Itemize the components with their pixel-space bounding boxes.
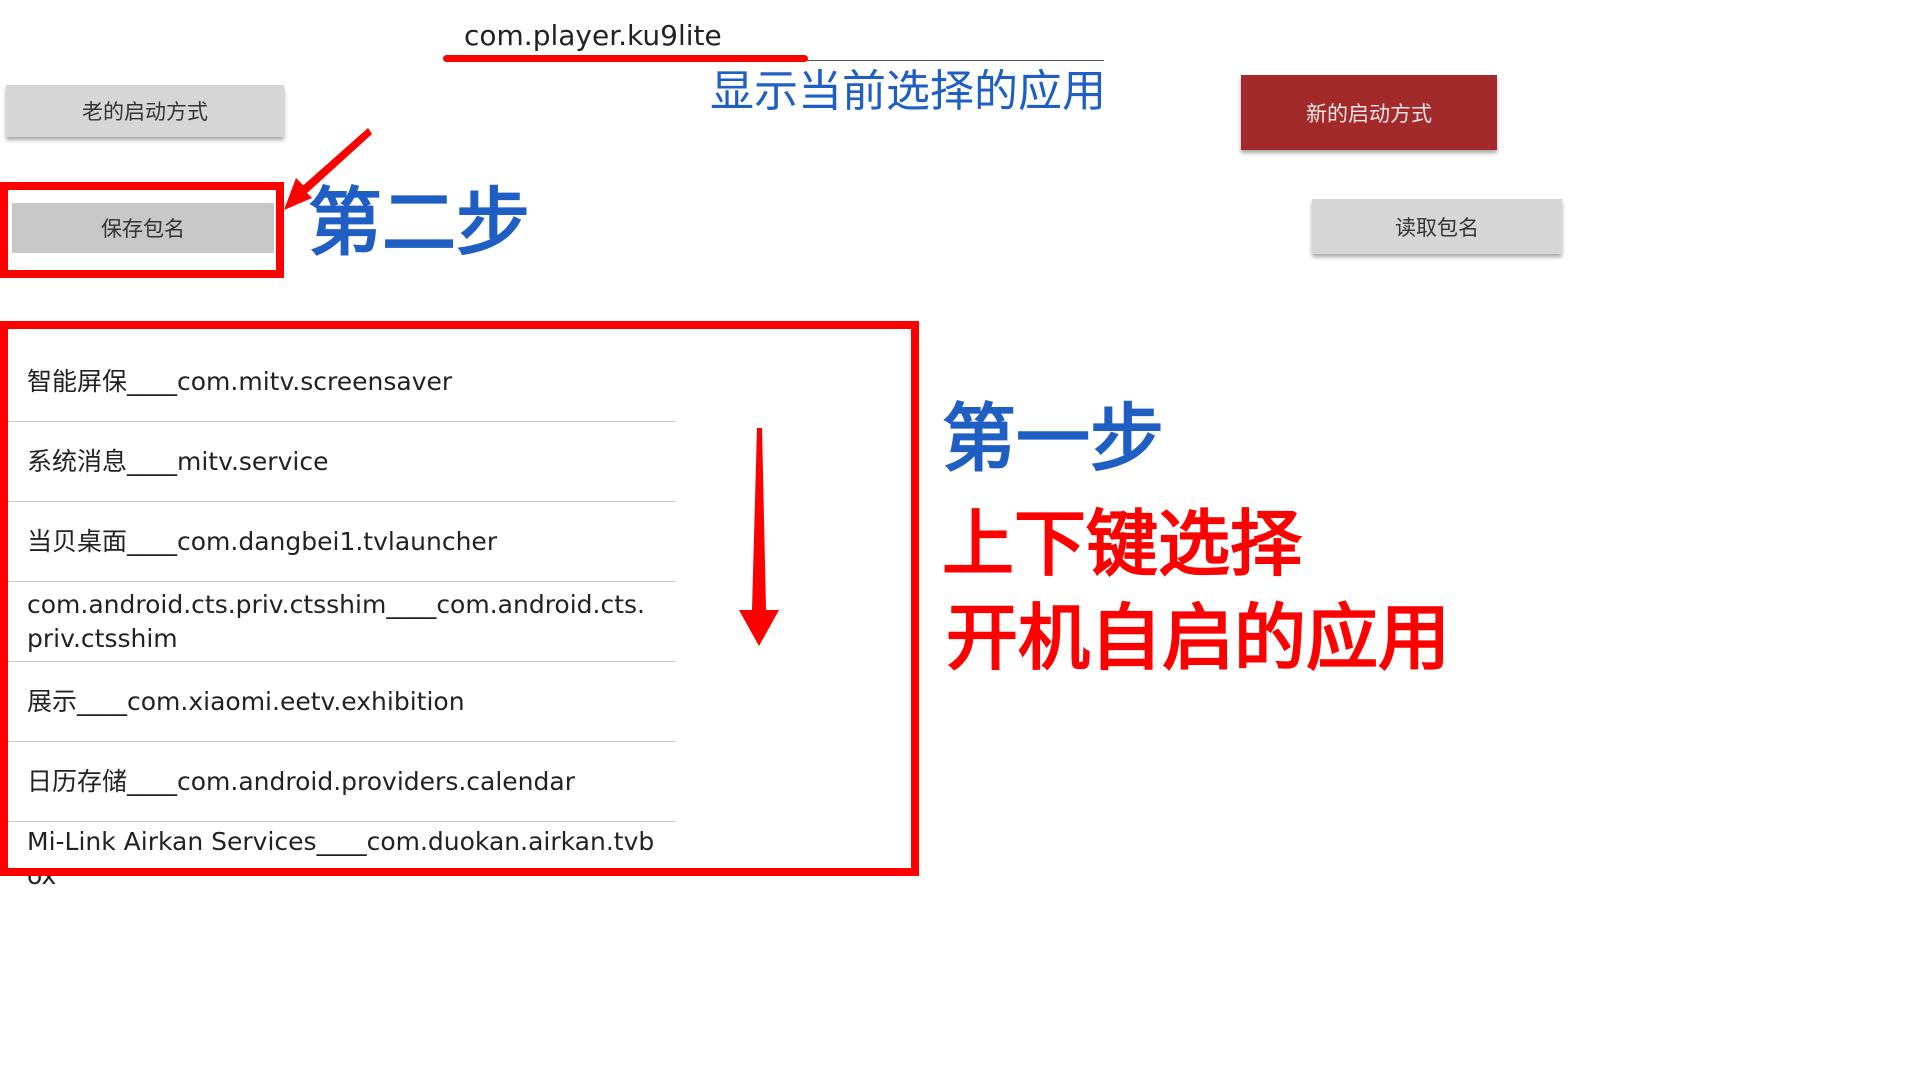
list-item[interactable]: 当贝桌面____com.dangbei1.tvlauncher (6, 502, 675, 582)
new-launch-button[interactable]: 新的启动方式 (1241, 75, 1497, 150)
old-launch-button[interactable]: 老的启动方式 (6, 85, 284, 137)
list-item-label: 当贝桌面____com.dangbei1.tvlauncher (27, 526, 498, 556)
list-item-label: Mi-Link Airkan Services____com.duokan.ai… (27, 827, 655, 886)
app-screen: com.player.ku9lite 显示当前选择的应用 老的启动方式 保存包名… (0, 0, 1568, 886)
list-item[interactable]: 展示____com.xiaomi.eetv.exhibition (6, 662, 675, 742)
annotation-show-current: 显示当前选择的应用 (710, 66, 1106, 117)
annotation-step-two: 第二步 (308, 180, 530, 266)
annotation-red-underline (443, 55, 808, 62)
list-item[interactable]: 系统消息____mitv.service (6, 422, 675, 502)
list-item-label: 系统消息____mitv.service (27, 446, 329, 476)
list-item[interactable]: 智能屏保____com.mitv.screensaver (6, 342, 675, 422)
down-arrow-icon (739, 428, 779, 646)
list-item[interactable]: com.android.cts.priv.ctsshim____com.andr… (6, 582, 675, 662)
list-item-label: 智能屏保____com.mitv.screensaver (27, 366, 453, 396)
app-list[interactable]: 智能屏保____com.mitv.screensaver 系统消息____mit… (6, 342, 675, 886)
list-item-label: com.android.cts.priv.ctsshim____com.andr… (27, 589, 645, 653)
list-item-label: 展示____com.xiaomi.eetv.exhibition (27, 686, 465, 716)
annotation-step-one: 第一步 (942, 396, 1164, 482)
save-package-button[interactable]: 保存包名 (12, 203, 274, 253)
list-item[interactable]: Mi-Link Airkan Services____com.duokan.ai… (6, 822, 675, 886)
annotation-autostart-app: 开机自启的应用 (946, 596, 1451, 680)
read-package-button[interactable]: 读取包名 (1312, 199, 1562, 254)
list-item[interactable]: 日历存储____com.android.providers.calendar (6, 742, 675, 822)
current-package-text: com.player.ku9lite (464, 19, 722, 52)
annotation-up-down-select: 上下键选择 (942, 502, 1303, 586)
list-item-label: 日历存储____com.android.providers.calendar (27, 766, 575, 796)
